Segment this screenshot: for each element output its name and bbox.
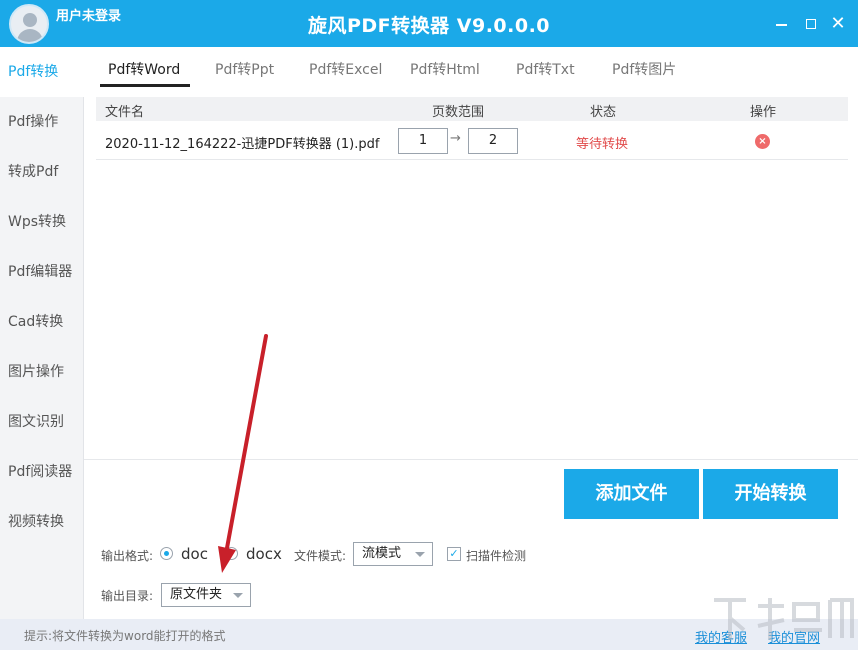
column-header-page-range: 页数范围 bbox=[432, 105, 485, 120]
table-row[interactable]: 2020-11-12_164222-迅捷PDF转换器 (1).pdf 1 → 2… bbox=[96, 123, 848, 160]
output-dir-label: 输出目录: bbox=[101, 589, 154, 603]
range-arrow-icon: → bbox=[450, 131, 461, 146]
minimize-icon bbox=[776, 24, 787, 26]
add-file-button[interactable]: 添加文件 bbox=[564, 469, 699, 519]
page-from-input[interactable]: 1 bbox=[398, 128, 448, 154]
tab-pdf-to-image[interactable]: Pdf转图片 bbox=[612, 59, 676, 79]
tab-pdf-to-ppt[interactable]: Pdf转Ppt bbox=[215, 59, 274, 79]
tab-pdf-to-word[interactable]: Pdf转Word bbox=[108, 59, 180, 79]
title-bar: 用户未登录 旋风PDF转换器 V9.0.0.0 ✕ bbox=[0, 0, 858, 47]
chevron-down-icon bbox=[415, 552, 425, 557]
status-badge: 等待转换 bbox=[576, 137, 629, 152]
start-convert-button[interactable]: 开始转换 bbox=[703, 469, 838, 519]
hint-text: 提示:将文件转换为word能打开的格式 bbox=[24, 629, 226, 643]
scan-detect-label[interactable]: 扫描件检测 bbox=[466, 547, 526, 564]
panel-divider bbox=[84, 459, 858, 460]
sidebar-item-wps-convert[interactable]: Wps转换 bbox=[0, 197, 84, 247]
sidebar-item-cad-convert[interactable]: Cad转换 bbox=[0, 297, 84, 347]
column-header-status: 状态 bbox=[590, 105, 617, 120]
sidebar-item-pdf-convert[interactable]: Pdf转换 bbox=[0, 47, 84, 97]
page-to-input[interactable]: 2 bbox=[468, 128, 518, 154]
scan-detect-checkbox[interactable]: ✓ bbox=[447, 547, 461, 561]
close-button[interactable]: ✕ bbox=[828, 14, 848, 34]
column-header-file-name: 文件名 bbox=[105, 105, 145, 120]
sidebar-item-ocr[interactable]: 图文识别 bbox=[0, 397, 84, 447]
sidebar: Pdf转换 Pdf操作 转成Pdf Wps转换 Pdf编辑器 Cad转换 图片操… bbox=[0, 47, 84, 619]
conversion-tabs: Pdf转Word Pdf转Ppt Pdf转Excel Pdf转Html Pdf转… bbox=[96, 47, 848, 89]
watermark-logo-icon bbox=[714, 598, 854, 640]
format-doc-radio[interactable] bbox=[160, 547, 173, 560]
app-title: 旋风PDF转换器 V9.0.0.0 bbox=[307, 15, 551, 37]
file-mode-label: 文件模式: bbox=[294, 549, 347, 563]
file-mode-select[interactable]: 流模式 bbox=[353, 542, 433, 566]
output-format-label: 输出格式: bbox=[101, 549, 154, 563]
minimize-button[interactable] bbox=[772, 14, 792, 34]
column-header-action: 操作 bbox=[750, 105, 777, 120]
sidebar-item-pdf-editor[interactable]: Pdf编辑器 bbox=[0, 247, 84, 297]
output-dir-value: 原文件夹 bbox=[170, 587, 223, 602]
tab-pdf-to-html[interactable]: Pdf转Html bbox=[410, 59, 480, 79]
sidebar-item-pdf-reader[interactable]: Pdf阅读器 bbox=[0, 447, 84, 497]
maximize-icon bbox=[806, 19, 816, 29]
sidebar-item-image-operations[interactable]: 图片操作 bbox=[0, 347, 84, 397]
delete-file-icon[interactable]: × bbox=[755, 134, 770, 149]
format-docx-radio[interactable] bbox=[225, 547, 238, 560]
format-doc-label[interactable]: doc bbox=[181, 545, 208, 563]
chevron-down-icon bbox=[233, 593, 243, 598]
file-table-header: 文件名 页数范围 状态 操作 bbox=[96, 97, 848, 121]
active-tab-indicator bbox=[100, 84, 190, 87]
tab-pdf-to-txt[interactable]: Pdf转Txt bbox=[516, 59, 575, 79]
file-name-cell: 2020-11-12_164222-迅捷PDF转换器 (1).pdf bbox=[105, 137, 380, 152]
sidebar-item-pdf-operations[interactable]: Pdf操作 bbox=[0, 97, 84, 147]
output-dir-select[interactable]: 原文件夹 bbox=[161, 583, 251, 607]
file-mode-value: 流模式 bbox=[362, 546, 402, 561]
close-icon: ✕ bbox=[830, 13, 846, 34]
maximize-button[interactable] bbox=[801, 14, 821, 34]
tab-pdf-to-excel[interactable]: Pdf转Excel bbox=[309, 59, 382, 79]
sidebar-item-video-convert[interactable]: 视频转换 bbox=[0, 497, 84, 547]
format-docx-label[interactable]: docx bbox=[246, 545, 282, 563]
sidebar-item-to-pdf[interactable]: 转成Pdf bbox=[0, 147, 84, 197]
